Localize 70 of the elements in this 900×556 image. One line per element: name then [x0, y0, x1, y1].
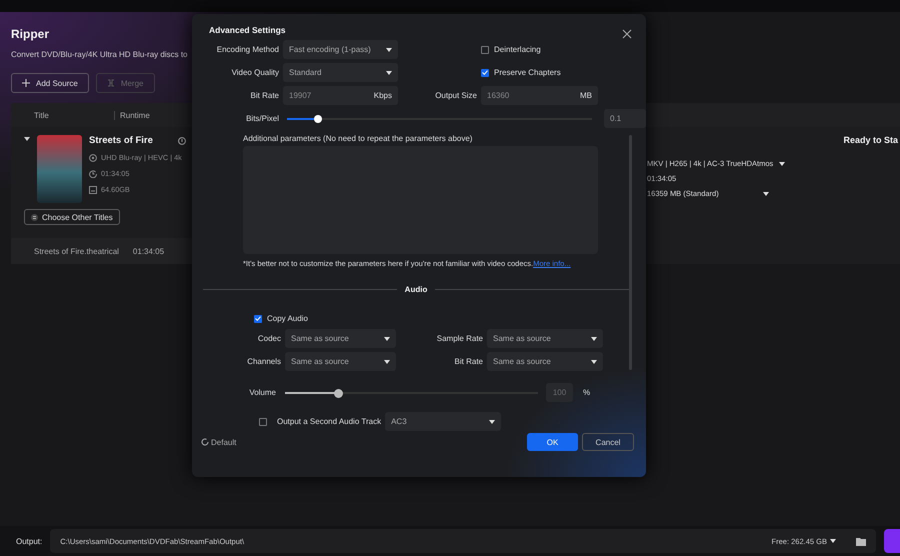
choose-titles-button[interactable]: Choose Other Titles — [24, 209, 120, 225]
caret-icon — [386, 70, 392, 74]
caret-icon — [384, 336, 390, 340]
checkbox-label: Output a Second Audio Track — [277, 417, 382, 426]
dropdown[interactable]: Same as source — [487, 352, 603, 371]
output-label: Output: — [16, 536, 42, 546]
dropdown[interactable]: Same as source — [487, 329, 603, 348]
caret-icon — [763, 192, 769, 196]
dropdown[interactable]: Standard — [283, 63, 398, 82]
dropdown[interactable]: AC3 — [385, 412, 502, 431]
status-text: Ready to Sta — [843, 135, 898, 145]
checkbox-label: Deinterlacing — [494, 45, 541, 54]
field-label: Encoding Method — [216, 45, 279, 54]
folder-icon[interactable] — [856, 536, 866, 546]
disc-icon — [89, 154, 97, 162]
checkbox[interactable] — [481, 46, 489, 54]
checkbox[interactable] — [481, 68, 489, 76]
unit-label: % — [583, 388, 590, 397]
poster-placeholder — [37, 135, 82, 203]
close-icon[interactable] — [622, 27, 632, 37]
dropdown[interactable]: Fast encoding (1-pass) — [283, 40, 398, 59]
page-title: Ripper — [11, 27, 50, 41]
start-button[interactable] — [884, 529, 900, 553]
refresh-icon — [201, 438, 209, 446]
dropdown[interactable]: Same as source — [285, 329, 396, 348]
merge-icon — [106, 79, 115, 87]
caret-icon — [830, 539, 836, 543]
field-label: Bit Rate — [250, 91, 279, 100]
info-icon[interactable] — [178, 136, 186, 144]
section-heading: Audio — [404, 285, 428, 294]
caret-icon — [591, 360, 597, 364]
cancel-button[interactable]: Cancel — [582, 433, 634, 451]
page-subtitle: Convert DVD/Blu-ray/4K Ultra HD Blu-ray discs to — [11, 50, 188, 59]
field-label: Bit Rate — [454, 357, 483, 366]
checkbox-label: Copy Audio — [267, 314, 308, 323]
plus-icon — [22, 79, 30, 87]
output-size-field[interactable]: 16360 MB — [481, 86, 598, 105]
dropdown[interactable]: Same as source — [285, 352, 396, 371]
bit-rate-field[interactable]: 19907 Kbps — [283, 86, 398, 105]
column-header: Runtime — [114, 110, 150, 120]
field-label: Codec — [256, 334, 281, 343]
parameters-label: Additional parameters (No need to repeat the parameters above) — [243, 134, 474, 143]
field-label: Video Quality — [230, 68, 279, 77]
ok-button[interactable]: OK — [527, 433, 578, 451]
default-button[interactable]: Default — [201, 438, 236, 446]
caret-icon — [779, 162, 786, 166]
list-icon — [31, 214, 38, 220]
title-runtime: 01:34:05 — [132, 246, 164, 256]
caret-icon — [384, 360, 390, 364]
field-label: Volume — [248, 388, 276, 397]
caret-icon — [386, 48, 392, 52]
drive-icon — [89, 186, 97, 194]
caret-icon — [591, 336, 597, 340]
expand-toggle-icon[interactable] — [24, 137, 30, 142]
title-name: Streets of Fire.theatrical — [34, 246, 119, 256]
column-header: Title — [33, 110, 50, 120]
caret-icon — [489, 420, 496, 424]
field-label: Sample Rate — [436, 334, 483, 343]
checkbox[interactable] — [259, 418, 267, 426]
field-label: Output Size — [434, 91, 477, 100]
add-source-button[interactable]: Add Source — [11, 73, 89, 93]
field-label: Bits/Pixel — [245, 114, 279, 123]
checkbox-label: Preserve Chapters — [494, 68, 561, 77]
slider-thumb[interactable] — [314, 114, 322, 122]
dialog-title: Advanced Settings — [209, 25, 286, 35]
checkbox[interactable] — [254, 314, 262, 322]
bits-pixel-field[interactable]: 0.1 — [604, 109, 646, 128]
movie-title: Streets of Fire — [89, 135, 153, 146]
clock-icon — [89, 170, 97, 178]
field-label: Channels — [246, 357, 281, 366]
